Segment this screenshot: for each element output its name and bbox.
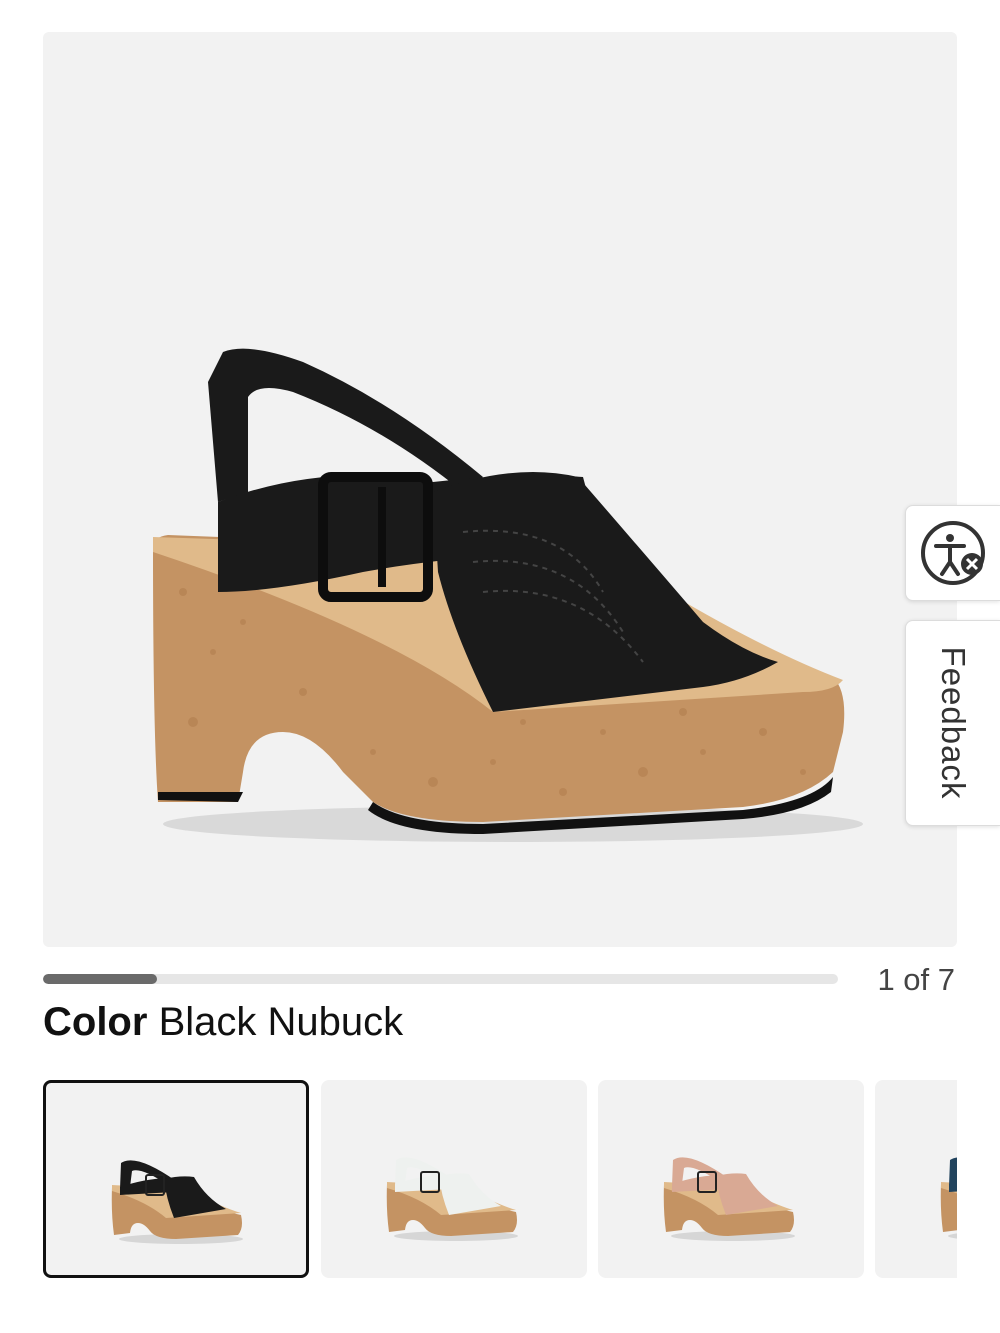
selected-color: Color Black Nubuck [43, 1000, 403, 1045]
swatch-sandal-blush [663, 1157, 795, 1241]
feedback-tab[interactable]: Feedback [905, 620, 1000, 826]
swatch-white[interactable] [321, 1080, 587, 1278]
swatch-blush[interactable] [598, 1080, 864, 1278]
product-main-image[interactable] [43, 32, 957, 947]
swatch-black[interactable] [43, 1080, 309, 1278]
sandal-illustration [153, 348, 863, 842]
color-swatch-list [43, 1080, 957, 1280]
accessibility-icon [921, 521, 985, 585]
color-label: Color [43, 1000, 148, 1044]
gallery-progress-fill [43, 974, 157, 984]
swatch-sandal-black [111, 1160, 243, 1244]
swatch-navy[interactable] [875, 1080, 957, 1278]
feedback-label: Feedback [935, 646, 972, 800]
gallery-progress-bar[interactable] [43, 974, 838, 984]
gallery-counter: 1 of 7 [877, 962, 955, 997]
color-value: Black Nubuck [158, 1000, 404, 1044]
accessibility-button[interactable] [905, 505, 1000, 601]
swatch-sandal-white [386, 1157, 518, 1241]
swatch-sandal-navy [940, 1157, 957, 1239]
